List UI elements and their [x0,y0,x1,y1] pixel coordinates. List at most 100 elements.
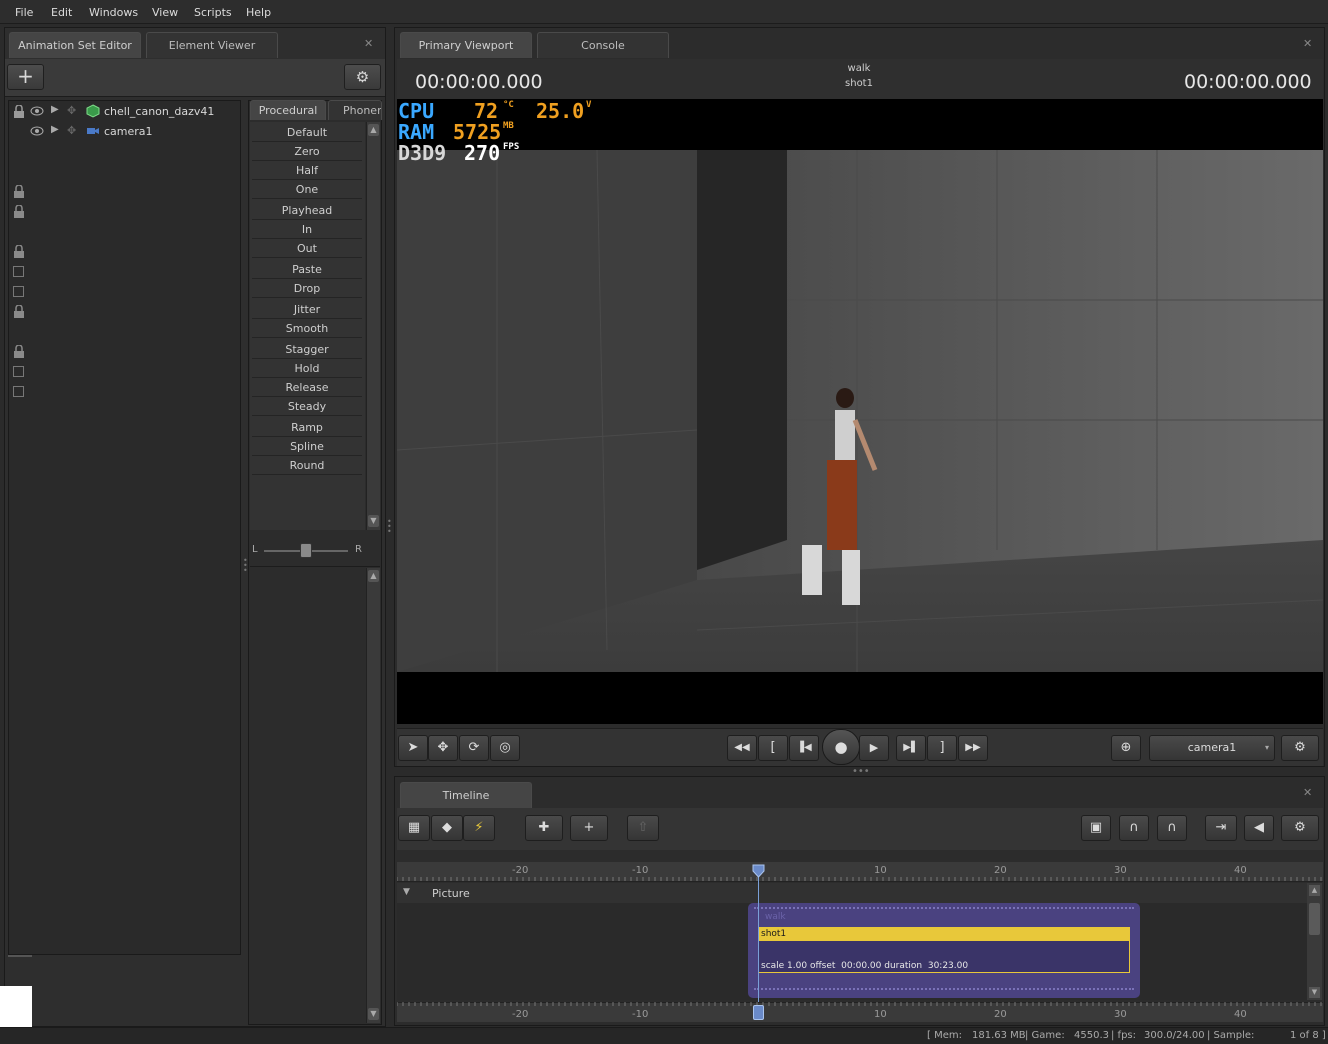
procedural-item[interactable]: In [252,221,362,239]
add-clip-button[interactable]: + [570,815,608,841]
pivot-tool-button[interactable]: ◎ [490,735,520,761]
checkbox[interactable] [13,286,24,297]
add-animation-set-button[interactable]: + [7,64,44,90]
checkbox[interactable] [13,386,24,397]
go-to-end-icon[interactable]: ⇥ [1205,815,1237,841]
procedural-item[interactable]: Spline [252,438,362,456]
menu-file[interactable]: File [15,6,33,19]
timeline-scrollbar[interactable]: ▲ ▼ [1307,883,1322,1000]
collapse-arrow-icon[interactable]: ▼ [403,887,410,897]
lock-icon[interactable] [13,245,25,259]
lock-icon[interactable] [13,305,25,319]
fast-forward-button[interactable]: ▶▶ [958,735,988,761]
lock-view-icon[interactable]: ▣ [1081,815,1111,841]
select-tool-button[interactable]: ➤ [398,735,428,761]
lock-icon[interactable] [13,105,25,119]
clip-editor-icon[interactable]: ▦ [398,815,430,841]
tab-primary-viewport[interactable]: Primary Viewport [400,32,532,58]
ruler-tick-label: -10 [632,865,649,876]
magnet-icon[interactable]: ∩ [1119,815,1149,841]
status-mem-label: [ Mem: [927,1030,962,1041]
status-game-label: | Game: [1025,1030,1065,1041]
eye-icon[interactable] [30,126,44,136]
speaker-icon[interactable]: ◀ [1244,815,1274,841]
clip-border [754,988,1134,991]
procedural-item[interactable]: Smooth [252,320,362,338]
menu-help[interactable]: Help [246,6,271,19]
hud-cpu-volt-unit: V [586,100,592,110]
checkbox[interactable] [13,266,24,277]
rotate-tool-button[interactable]: ⟳ [459,735,489,761]
ruler-tick-label: 30 [1114,1009,1127,1020]
procedural-item[interactable]: Steady [252,398,362,416]
timeline-settings-gear-icon[interactable]: ⚙ [1281,815,1319,841]
mark-in-button[interactable]: [ [758,735,788,761]
menu-edit[interactable]: Edit [51,6,72,19]
close-icon[interactable]: ✕ [364,37,373,50]
add-marker-button[interactable]: ✚ [525,815,563,841]
go-start-button[interactable]: ▐◀ [789,735,819,761]
procedural-item[interactable]: Zero [252,143,362,161]
cube-icon [86,104,100,118]
tree-item-camera[interactable]: camera1 [104,125,153,138]
procedural-item[interactable]: Default [252,124,362,142]
splitter-handle[interactable]: ••• [243,557,248,575]
rewind-button[interactable]: ◀◀ [727,735,757,761]
checkbox[interactable] [13,366,24,377]
menu-bar: File Edit Windows View Scripts Help [0,0,1328,24]
viewport-settings-gear-icon[interactable]: ⚙ [1281,735,1319,761]
tab-timeline[interactable]: Timeline [400,782,532,808]
procedural-item[interactable]: Drop [252,280,362,298]
menu-view[interactable]: View [152,6,178,19]
procedural-item[interactable]: Out [252,240,362,258]
procedural-item[interactable]: One [252,181,362,199]
eye-icon[interactable] [30,106,44,116]
tab-phoneme[interactable]: Phoneme [328,100,382,120]
playhead-bottom-handle[interactable] [753,1005,764,1020]
procedural-item[interactable]: Jitter [252,301,362,319]
lock-icon[interactable] [13,205,25,219]
snap-magnet-icon[interactable]: ∩ [1157,815,1187,841]
playhead-marker-icon[interactable] [752,864,765,878]
tab-console[interactable]: Console [537,32,669,58]
target-icon[interactable]: ⊕ [1111,735,1141,761]
procedural-item[interactable]: Half [252,162,362,180]
balance-slider-handle[interactable] [300,543,312,558]
expand-arrow-icon[interactable]: ▶ [51,104,59,115]
tab-procedural[interactable]: Procedural [250,100,326,120]
tab-element-viewer[interactable]: Element Viewer [146,32,278,58]
close-icon[interactable]: ✕ [1303,37,1312,50]
move-handle-icon: ✥ [67,124,77,137]
menu-scripts[interactable]: Scripts [194,6,232,19]
tab-animation-set-editor[interactable]: Animation Set Editor [9,32,141,58]
procedural-item[interactable]: Playhead [252,202,362,220]
procedural-item[interactable]: Paste [252,261,362,279]
graph-editor-icon[interactable]: ⚡ [463,815,495,841]
camera-select-dropdown[interactable]: camera1 ▾ [1149,735,1275,761]
go-end-button[interactable]: ▶▌ [896,735,926,761]
record-button[interactable]: ● [822,729,860,765]
settings-gear-icon[interactable]: ⚙ [344,64,381,90]
lower-scrollbar[interactable]: ▲ ▼ [366,568,380,1023]
motion-editor-icon[interactable]: ◆ [431,815,463,841]
close-icon[interactable]: ✕ [1303,786,1312,799]
tree-item-model[interactable]: chell_canon_dazv41 [104,105,214,118]
export-button[interactable]: ⇧ [627,815,659,841]
procedural-item[interactable]: Release [252,379,362,397]
procedural-item[interactable]: Round [252,457,362,475]
move-tool-button[interactable]: ✥ [428,735,458,761]
lock-icon[interactable] [13,185,25,199]
procedural-scrollbar[interactable]: ▲ ▼ [366,122,380,530]
procedural-item[interactable]: Hold [252,360,362,378]
procedural-item[interactable]: Ramp [252,419,362,437]
play-button[interactable]: ▶ [859,735,889,761]
menu-windows[interactable]: Windows [89,6,138,19]
mark-out-button[interactable]: ] [927,735,957,761]
hud-d3d-label: D3D9 [398,141,447,165]
camera-icon [87,128,99,134]
splitter-handle[interactable]: ••• [387,518,392,536]
procedural-item[interactable]: Stagger [252,341,362,359]
lock-icon[interactable] [13,345,25,359]
expand-arrow-icon[interactable]: ▶ [51,124,59,135]
ruler-tick-label: 30 [1114,865,1127,876]
